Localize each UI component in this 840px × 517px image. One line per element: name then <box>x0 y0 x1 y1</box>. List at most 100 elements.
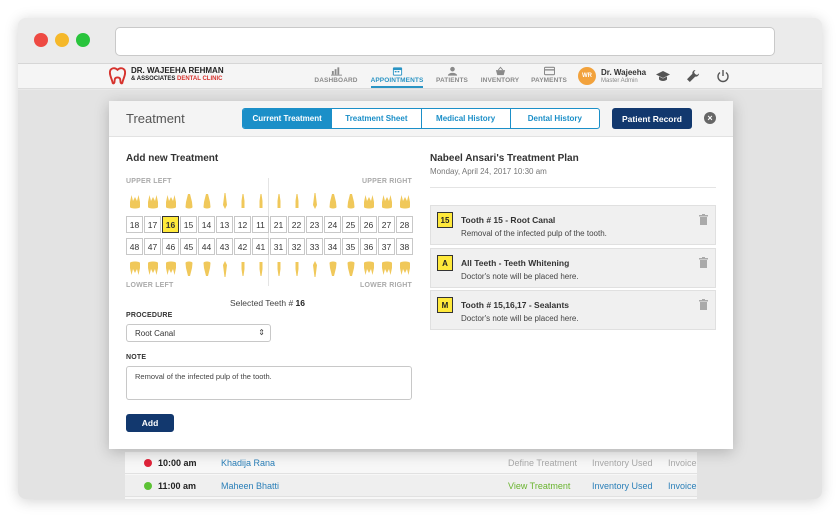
patient-link[interactable]: Khadija Rana <box>221 458 275 468</box>
patient-link[interactable]: Maheen Bhatti <box>221 481 279 491</box>
tooth-number-cell[interactable]: 37 <box>378 238 395 255</box>
graduation-cap-icon[interactable] <box>656 69 670 83</box>
tooth-number-cell[interactable]: 11 <box>252 216 269 233</box>
tooth-icon[interactable] <box>288 261 305 278</box>
tooth-icon[interactable] <box>234 192 251 209</box>
tooth-icon[interactable] <box>180 261 197 278</box>
tooth-number-cell[interactable]: 15 <box>180 216 197 233</box>
minimize-window-button[interactable] <box>55 33 69 47</box>
plan-item[interactable]: M Tooth # 15,16,17 - Sealants Doctor's n… <box>430 290 716 330</box>
tooth-number-cell[interactable]: 42 <box>234 238 251 255</box>
tooth-icon[interactable] <box>342 261 359 278</box>
tooth-icon[interactable] <box>252 192 269 209</box>
tooth-number-cell[interactable]: 47 <box>144 238 161 255</box>
tooth-number-cell[interactable]: 45 <box>180 238 197 255</box>
tooth-number-cell[interactable]: 25 <box>342 216 359 233</box>
tooth-icon[interactable] <box>252 261 269 278</box>
tooth-number-cell[interactable]: 22 <box>288 216 305 233</box>
tooth-icon[interactable] <box>396 192 413 209</box>
inventory-used-link[interactable]: Inventory Used <box>592 458 653 468</box>
tooth-icon[interactable] <box>378 192 395 209</box>
tooth-icon[interactable] <box>288 192 305 209</box>
invoice-link[interactable]: Invoice <box>668 481 697 491</box>
tooth-icon[interactable] <box>198 192 215 209</box>
tooth-icon[interactable] <box>306 192 323 209</box>
tooth-number-cell[interactable]: 18 <box>126 216 143 233</box>
nav-appointments[interactable]: APPOINTMENTS <box>367 66 427 88</box>
plan-item[interactable]: A All Teeth - Teeth Whitening Doctor's n… <box>430 248 716 288</box>
tooth-number-cell[interactable]: 24 <box>324 216 341 233</box>
inventory-used-link[interactable]: Inventory Used <box>592 481 653 491</box>
tooth-number-cell[interactable]: 34 <box>324 238 341 255</box>
nav-dashboard[interactable]: DASHBOARD <box>306 66 366 84</box>
table-row[interactable]: 11:00 am Maheen Bhatti View Treatment In… <box>125 475 697 497</box>
add-button[interactable]: Add <box>126 414 174 432</box>
tooth-icon[interactable] <box>126 192 143 209</box>
tooth-number-cell[interactable]: 35 <box>342 238 359 255</box>
table-row[interactable]: 10:00 am Khadija Rana Define Treatment I… <box>125 452 697 474</box>
tooth-icon[interactable] <box>396 261 413 278</box>
tooth-number-cell[interactable]: 14 <box>198 216 215 233</box>
tab-treatment-sheet[interactable]: Treatment Sheet <box>331 109 420 128</box>
tooth-number-cell[interactable]: 33 <box>306 238 323 255</box>
view-treatment-link[interactable]: View Treatment <box>508 481 570 491</box>
tooth-number-cell[interactable]: 28 <box>396 216 413 233</box>
tooth-icon[interactable] <box>144 192 161 209</box>
close-icon[interactable]: × <box>704 112 716 124</box>
tooth-number-cell[interactable]: 16 <box>162 216 179 233</box>
invoice-link[interactable]: Invoice <box>668 458 697 468</box>
tooth-icon[interactable] <box>306 261 323 278</box>
avatar[interactable]: WR <box>578 67 596 85</box>
trash-icon[interactable] <box>699 214 708 225</box>
tooth-icon[interactable] <box>342 192 359 209</box>
trash-icon[interactable] <box>699 257 708 268</box>
tooth-icon[interactable] <box>270 261 287 278</box>
tab-dental-history[interactable]: Dental History <box>509 109 599 128</box>
tooth-number-cell[interactable]: 12 <box>234 216 251 233</box>
tooth-icon[interactable] <box>324 261 341 278</box>
tooth-number-cell[interactable]: 31 <box>270 238 287 255</box>
tooth-icon[interactable] <box>162 192 179 209</box>
procedure-select[interactable]: Root Canal ⇕ <box>126 324 271 342</box>
tooth-number-cell[interactable]: 32 <box>288 238 305 255</box>
tooth-icon[interactable] <box>270 192 287 209</box>
tooth-number-cell[interactable]: 41 <box>252 238 269 255</box>
tooth-icon[interactable] <box>360 261 377 278</box>
tooth-icon[interactable] <box>324 192 341 209</box>
tooth-number-cell[interactable]: 46 <box>162 238 179 255</box>
tooth-number-cell[interactable]: 27 <box>378 216 395 233</box>
tooth-number-cell[interactable]: 38 <box>396 238 413 255</box>
tooth-number-cell[interactable]: 44 <box>198 238 215 255</box>
address-bar[interactable] <box>115 27 775 56</box>
tab-medical-history[interactable]: Medical History <box>420 109 510 128</box>
tooth-icon[interactable] <box>198 261 215 278</box>
tooth-icon[interactable] <box>234 261 251 278</box>
tooth-number-cell[interactable]: 17 <box>144 216 161 233</box>
close-window-button[interactable] <box>34 33 48 47</box>
tooth-icon[interactable] <box>216 261 233 278</box>
user-name[interactable]: Dr. Wajeeha <box>601 68 646 77</box>
tab-current-treatment[interactable]: Current Treatment <box>243 109 332 128</box>
tooth-number-cell[interactable]: 26 <box>360 216 377 233</box>
patient-record-button[interactable]: Patient Record <box>612 108 692 129</box>
note-textarea[interactable]: Removal of the infected pulp of the toot… <box>126 366 412 400</box>
power-icon[interactable] <box>716 69 730 83</box>
tooth-icon[interactable] <box>378 261 395 278</box>
tooth-icon[interactable] <box>360 192 377 209</box>
tooth-number-cell[interactable]: 48 <box>126 238 143 255</box>
tooth-number-cell[interactable]: 36 <box>360 238 377 255</box>
tooth-number-cell[interactable]: 13 <box>216 216 233 233</box>
tooth-icon[interactable] <box>162 261 179 278</box>
wrench-icon[interactable] <box>686 69 700 83</box>
tooth-icon[interactable] <box>144 261 161 278</box>
maximize-window-button[interactable] <box>76 33 90 47</box>
tooth-icon[interactable] <box>126 261 143 278</box>
tooth-number-cell[interactable]: 43 <box>216 238 233 255</box>
nav-payments[interactable]: PAYMENTS <box>519 66 579 84</box>
define-treatment-link[interactable]: Define Treatment <box>508 458 577 468</box>
trash-icon[interactable] <box>699 299 708 310</box>
plan-item[interactable]: 15 Tooth # 15 - Root Canal Removal of th… <box>430 205 716 245</box>
tooth-number-cell[interactable]: 23 <box>306 216 323 233</box>
tooth-icon[interactable] <box>180 192 197 209</box>
tooth-number-cell[interactable]: 21 <box>270 216 287 233</box>
